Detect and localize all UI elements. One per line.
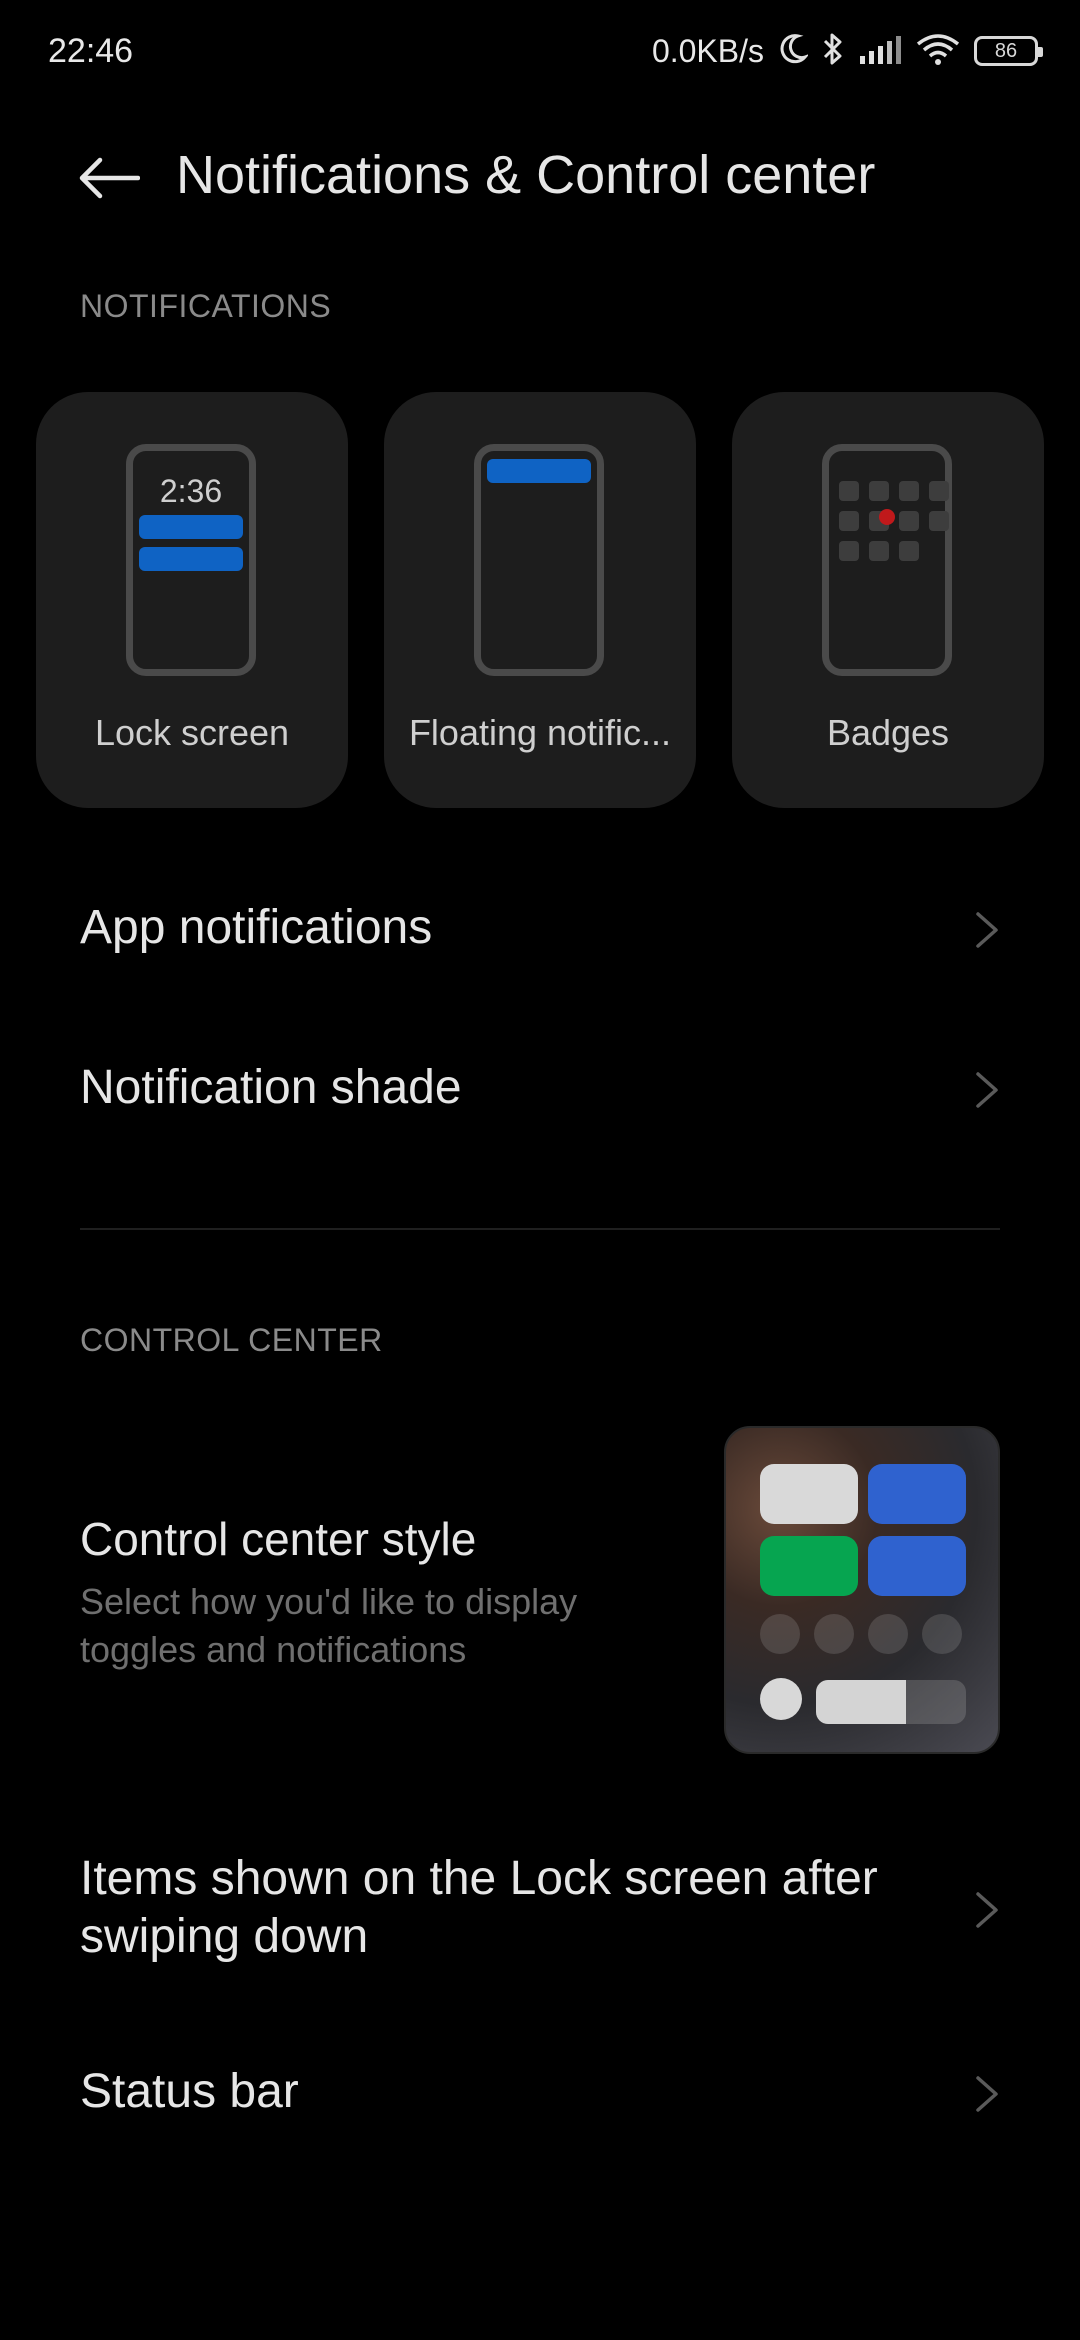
back-arrow-icon — [79, 157, 140, 199]
notification-shade-label: Notification shade — [80, 1061, 462, 1114]
preview-toggle-tile — [868, 1536, 966, 1596]
control-center-style-subtitle: Select how you'd like to display toggles… — [80, 1581, 578, 1670]
preview-round-toggle — [922, 1614, 962, 1654]
header: Notifications & Control center — [0, 130, 1080, 220]
control-center-section-header: CONTROL CENTER — [80, 1322, 383, 1358]
badges-card[interactable]: Badges — [732, 392, 1044, 808]
app-notifications-label: App notifications — [80, 901, 433, 954]
control-center-style-preview[interactable] — [724, 1426, 1000, 1754]
lock-screen-preview-time: 2:36 — [159, 473, 223, 509]
signal-icon — [858, 34, 902, 69]
lock-screen-card-label: Lock screen — [94, 712, 290, 753]
wifi-icon — [916, 32, 960, 71]
preview-notification-bar — [139, 515, 243, 539]
notification-style-cards: 2:36 Lock screen Floating notific... Bad… — [36, 392, 1044, 808]
preview-round-toggle — [868, 1614, 908, 1654]
preview-floating-bar — [487, 459, 591, 483]
preview-round-toggle — [814, 1614, 854, 1654]
app-icon-grid — [839, 481, 949, 561]
app-notifications-row[interactable]: App notifications — [0, 880, 1080, 980]
floating-notification-preview — [474, 444, 604, 676]
preview-toggle-tile — [760, 1536, 858, 1596]
badges-card-label: Badges — [826, 712, 950, 753]
page-title: Notifications & Control center — [176, 145, 876, 205]
screen: 22:46 0.0KB/s 86 Notifications & Control… — [0, 0, 1080, 2340]
status-time: 22:46 — [48, 32, 134, 70]
preview-toggle-tile — [760, 1464, 858, 1524]
floating-notifications-card[interactable]: Floating notific... — [384, 392, 696, 808]
section-divider — [80, 1228, 1000, 1230]
bluetooth-icon — [822, 32, 844, 71]
preview-brightness-icon — [760, 1678, 802, 1720]
lock-screen-items-row[interactable]: Items shown on the Lock screen after swi… — [0, 1840, 1080, 1980]
preview-round-toggle — [760, 1614, 800, 1654]
status-bar: 22:46 0.0KB/s 86 — [0, 0, 1080, 104]
status-bar-settings-row[interactable]: Status bar — [0, 2044, 1080, 2144]
floating-notifications-card-label: Floating notific... — [408, 712, 672, 753]
battery-indicator: 86 — [974, 36, 1043, 66]
chevron-right-icon — [976, 2076, 998, 2112]
chevron-right-icon — [976, 1072, 998, 1108]
status-bar-settings-label: Status bar — [80, 2065, 299, 2118]
lock-screen-card[interactable]: 2:36 Lock screen — [36, 392, 348, 808]
network-speed: 0.0KB/s — [651, 32, 764, 69]
lock-screen-items-label: Items shown on the Lock screen after swi… — [80, 1852, 878, 1963]
notifications-section-header: NOTIFICATIONS — [80, 288, 332, 324]
control-center-style-title: Control center style — [80, 1513, 477, 1565]
notification-shade-row[interactable]: Notification shade — [0, 1040, 1080, 1140]
moon-icon — [778, 33, 810, 70]
preview-brightness-fill — [816, 1680, 906, 1724]
back-button[interactable] — [78, 148, 150, 208]
badge-dot-icon — [879, 509, 895, 525]
badges-preview — [822, 444, 952, 676]
status-icons: 0.0KB/s 86 — [651, 28, 1043, 74]
chevron-right-icon — [976, 912, 998, 948]
chevron-right-icon — [976, 1892, 998, 1928]
lock-screen-preview: 2:36 — [126, 444, 256, 676]
preview-notification-bar — [139, 547, 243, 571]
preview-toggle-tile — [868, 1464, 966, 1524]
preview-brightness-slider — [816, 1680, 966, 1724]
